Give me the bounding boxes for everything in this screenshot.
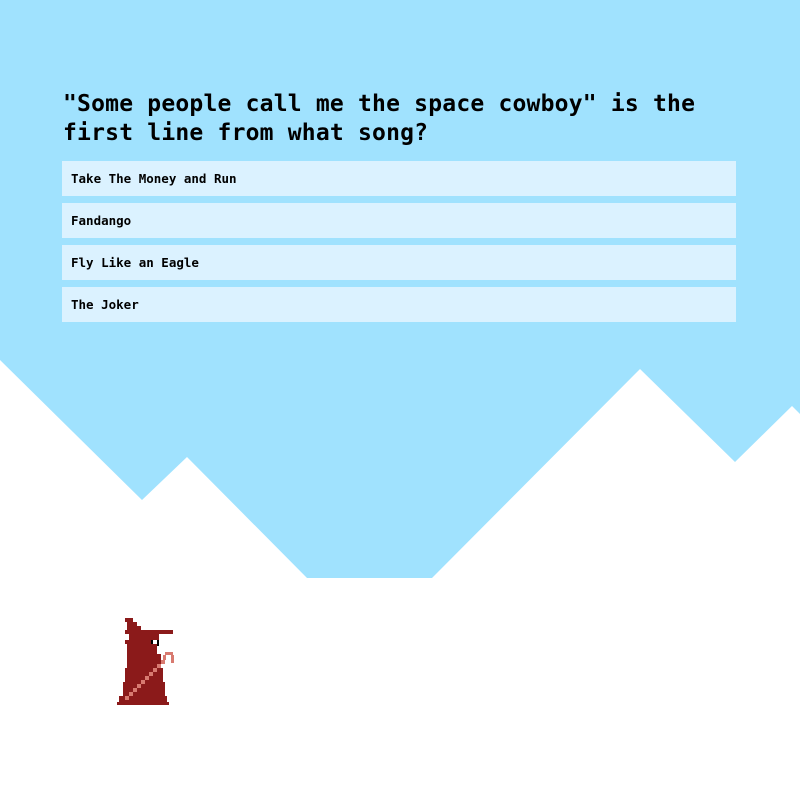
question-text: "Some people call me the space cowboy" i… bbox=[63, 91, 696, 146]
game-scene: "Some people call me the space cowboy" i… bbox=[0, 0, 800, 800]
answer-label: Fandango bbox=[71, 213, 132, 228]
answer-option-3[interactable]: Fly Like an Eagle bbox=[62, 245, 736, 280]
answer-label: Take The Money and Run bbox=[71, 171, 237, 186]
answer-option-1[interactable]: Take The Money and Run bbox=[62, 161, 736, 196]
answer-list: Take The Money and Run Fandango Fly Like… bbox=[62, 161, 736, 329]
answer-option-2[interactable]: Fandango bbox=[62, 203, 736, 238]
answer-label: The Joker bbox=[71, 297, 139, 312]
wizard-character bbox=[117, 618, 174, 705]
answer-label: Fly Like an Eagle bbox=[71, 255, 199, 270]
answer-option-4[interactable]: The Joker bbox=[62, 287, 736, 322]
